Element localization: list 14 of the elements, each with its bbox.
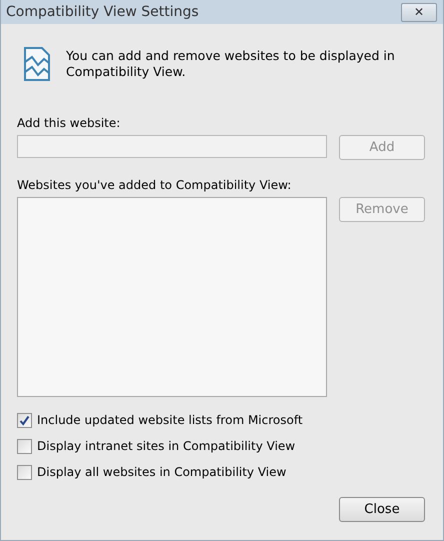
checkbox[interactable]	[17, 464, 32, 480]
list-label: Websites you've added to Compatibility View:	[17, 178, 292, 192]
close-button[interactable]: Close	[339, 497, 425, 522]
checkbox-label[interactable]: Display all websites in Compatibility View	[37, 465, 286, 479]
website-input-field[interactable]	[17, 135, 327, 158]
window-title: Compatibility View Settings	[6, 4, 199, 20]
field-label: Add this website:	[17, 116, 122, 130]
checkbox-label[interactable]: Include updated website lists from Microsoft	[37, 413, 303, 427]
intro-text: You can add and remove websites to be displayed in Compatibility View.	[66, 47, 396, 80]
checkbox[interactable]	[17, 412, 32, 428]
document-chart-icon	[23, 46, 51, 82]
checkbox-label[interactable]: Display intranet sites in Compatibility View	[37, 439, 296, 453]
close-button[interactable]: ✕	[401, 2, 437, 22]
checkbox[interactable]	[17, 438, 32, 454]
